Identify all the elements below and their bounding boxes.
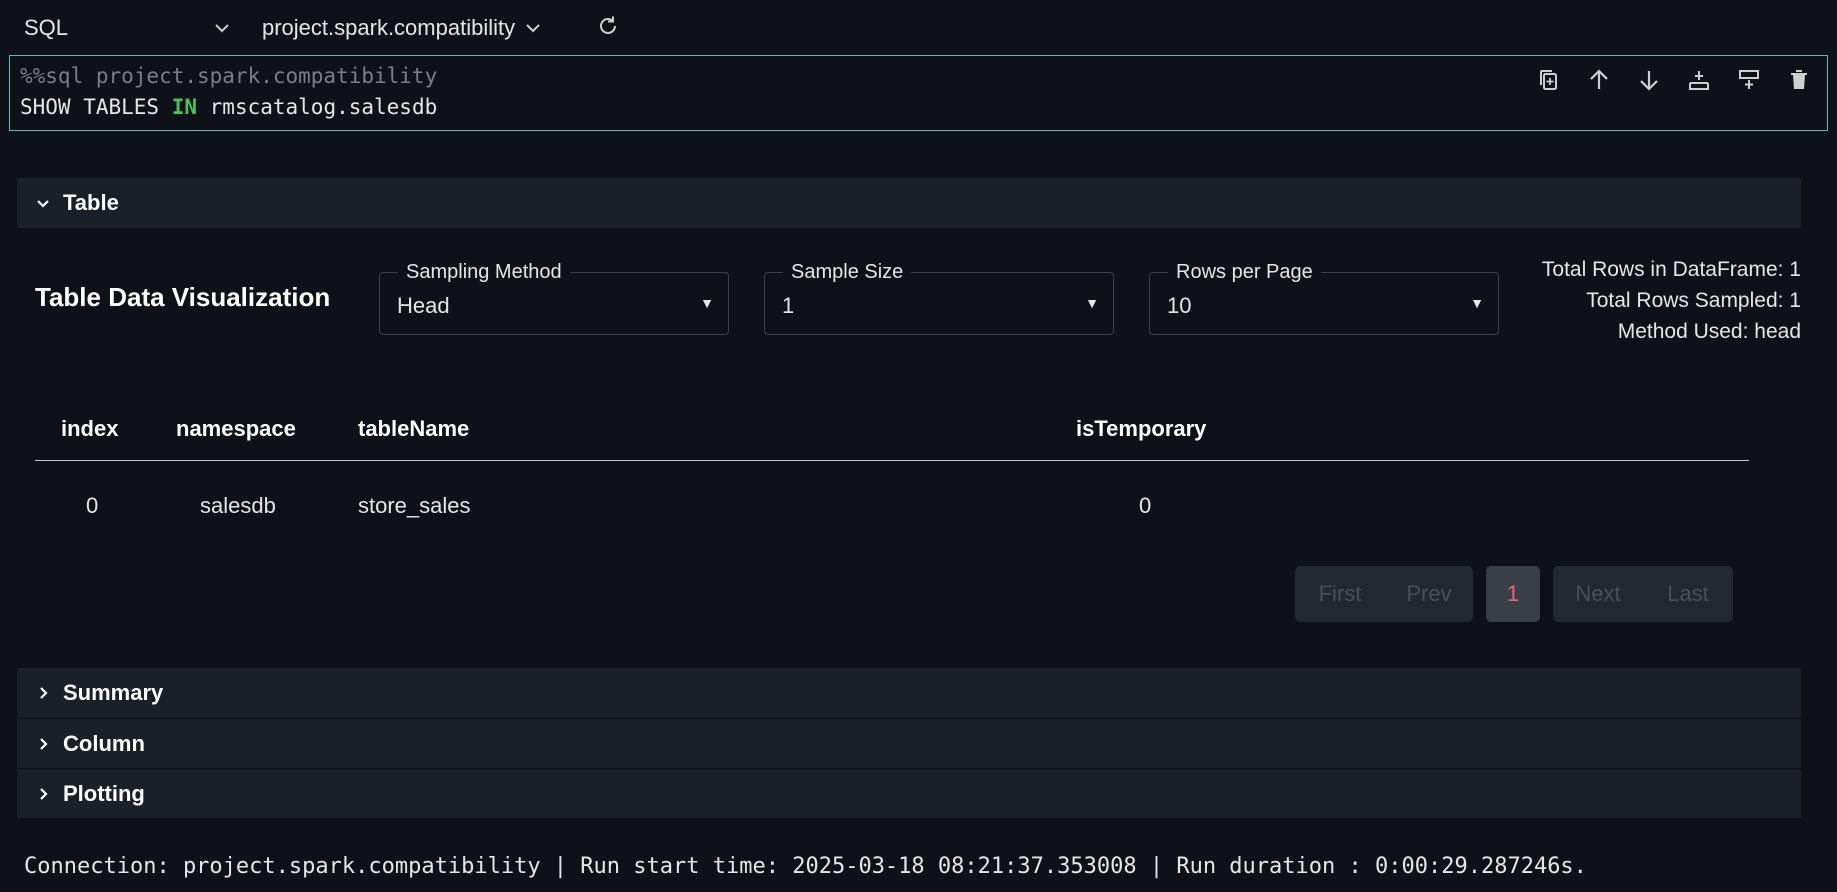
method-used-stat: Method Used: head: [1617, 320, 1801, 343]
rows-per-page-value: 10: [1167, 293, 1192, 318]
chevron-down-icon: [525, 23, 541, 33]
insert-above-icon[interactable]: [1735, 66, 1763, 94]
table-panel-header[interactable]: Table: [17, 178, 1801, 228]
chevron-right-icon: [33, 734, 53, 754]
code-keyword: IN: [171, 95, 198, 119]
refresh-icon[interactable]: [596, 14, 622, 40]
current-page-button[interactable]: 1: [1486, 566, 1540, 622]
sampling-stats: Total Rows in DataFrame: 1 Total Rows Sa…: [1542, 254, 1801, 347]
pager-prev-group: First Prev: [1295, 566, 1473, 622]
plotting-panel-title: Plotting: [63, 781, 145, 806]
code-query-line[interactable]: SHOW TABLES IN rmscatalog.salesdb: [20, 95, 437, 119]
caret-down-icon: ▼: [700, 295, 714, 311]
table-cell: store_sales: [358, 493, 471, 518]
table-panel: Table Table Data Visualization Sampling …: [17, 178, 1801, 668]
caret-down-icon: ▼: [1085, 295, 1099, 311]
connection-select[interactable]: project.spark.compatibility: [262, 14, 541, 42]
next-page-button[interactable]: Next: [1553, 566, 1643, 622]
total-sampled-stat: Total Rows Sampled: 1: [1586, 289, 1801, 312]
viz-title: Table Data Visualization: [35, 282, 331, 312]
sampling-method-value: Head: [397, 293, 450, 318]
code-cell[interactable]: %%sql project.spark.compatibility SHOW T…: [9, 55, 1828, 131]
column-header-tablename[interactable]: tableName: [358, 416, 469, 442]
pager-next-group: Next Last: [1553, 566, 1733, 622]
prev-page-button[interactable]: Prev: [1385, 566, 1473, 622]
plotting-panel-header[interactable]: Plotting: [17, 769, 1801, 819]
copy-icon[interactable]: [1535, 66, 1563, 94]
cell-toolbar: [1535, 66, 1813, 94]
sample-size-value: 1: [782, 293, 795, 318]
column-panel-title: Column: [63, 731, 145, 756]
table-cell: salesdb: [200, 493, 276, 518]
column-panel: Column: [17, 718, 1801, 768]
code-text: SHOW TABLES: [20, 95, 172, 119]
chevron-right-icon: [33, 784, 53, 804]
sampling-method-label: Sampling Method: [398, 261, 570, 284]
data-table: index namespace tableName isTemporary 0 …: [35, 388, 1749, 541]
summary-panel-title: Summary: [63, 680, 164, 705]
pagination: First Prev 1 Next Last: [1295, 566, 1733, 622]
table-header-row: index namespace tableName isTemporary: [35, 388, 1749, 461]
kernel-select-value: SQL: [24, 15, 69, 40]
trash-icon[interactable]: [1785, 66, 1813, 94]
last-page-button[interactable]: Last: [1643, 566, 1733, 622]
chevron-right-icon: [33, 683, 53, 703]
summary-panel: Summary: [17, 668, 1801, 718]
arrow-up-icon[interactable]: [1585, 66, 1613, 94]
rows-per-page-label: Rows per Page: [1168, 261, 1321, 284]
sample-size-label: Sample Size: [783, 261, 912, 284]
table-row: 0 salesdb store_sales 0: [35, 461, 1749, 541]
column-header-namespace[interactable]: namespace: [176, 416, 296, 442]
code-text: rmscatalog.salesdb: [197, 95, 438, 119]
total-rows-stat: Total Rows in DataFrame: 1: [1541, 258, 1801, 281]
arrow-down-icon[interactable]: [1635, 66, 1663, 94]
plotting-panel: Plotting: [17, 768, 1801, 818]
column-header-istemporary[interactable]: isTemporary: [1076, 416, 1206, 442]
chevron-down-icon: [214, 23, 230, 33]
summary-panel-header[interactable]: Summary: [17, 668, 1801, 718]
column-header-index[interactable]: index: [61, 416, 118, 442]
table-cell: 0: [86, 493, 99, 518]
toolbar: SQL project.spark.compatibility: [0, 0, 1837, 54]
insert-below-icon[interactable]: [1685, 66, 1713, 94]
sampling-method-select[interactable]: Sampling Method Head ▼: [379, 261, 729, 335]
connection-select-value: project.spark.compatibility: [262, 15, 516, 40]
column-panel-header[interactable]: Column: [17, 719, 1801, 769]
caret-down-icon: ▼: [1470, 295, 1484, 311]
first-page-button[interactable]: First: [1295, 566, 1385, 622]
table-panel-title: Table: [63, 190, 119, 215]
run-status-line: Connection: project.spark.compatibility …: [24, 854, 1587, 879]
kernel-select[interactable]: SQL: [24, 14, 230, 42]
chevron-down-icon: [33, 193, 53, 213]
sample-size-select[interactable]: Sample Size 1 ▼: [764, 261, 1114, 335]
rows-per-page-select[interactable]: Rows per Page 10 ▼: [1149, 261, 1499, 335]
code-magic-line[interactable]: %%sql project.spark.compatibility: [20, 64, 437, 88]
table-cell: 0: [1139, 493, 1152, 518]
